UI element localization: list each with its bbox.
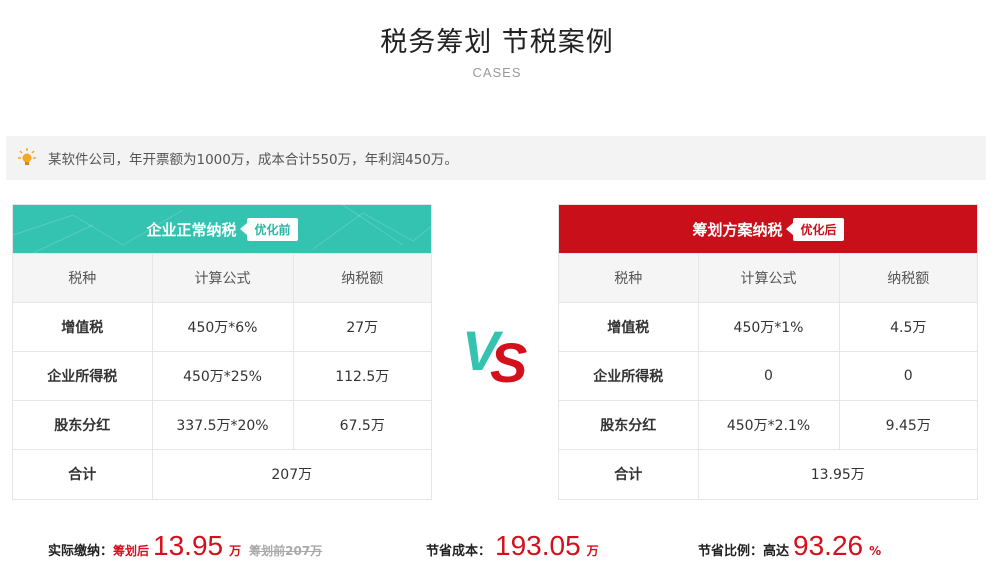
- before-tag: 优化前: [239, 217, 298, 241]
- tax-amount: 112.5万: [292, 351, 431, 401]
- before-payment-strikethrough: 筹划前207万: [249, 544, 323, 558]
- tax-formula: 450万*2.1%: [697, 400, 839, 450]
- before-tax-table: 税种 计算公式 纳税额 增值税 450万*6% 27万 企业所得税 450万*2…: [13, 253, 431, 499]
- table-row: 企业所得税 450万*25% 112.5万: [13, 351, 431, 401]
- case-text: 某软件公司，年开票额为1000万，成本合计550万，年利润450万。: [48, 152, 458, 168]
- table-row: 股东分红 337.5万*20% 67.5万: [13, 400, 431, 450]
- table-row: 增值税 450万*6% 27万: [13, 302, 431, 352]
- column-header: 计算公式: [697, 253, 839, 303]
- tax-formula: 450万*6%: [151, 302, 293, 352]
- cost-saving-label: 节省成本：: [426, 544, 492, 559]
- total-label: 合计: [13, 449, 152, 499]
- tax-amount: 27万: [292, 302, 431, 352]
- total-label: 合计: [559, 449, 698, 499]
- lightbulb-icon: [18, 147, 36, 169]
- tax-amount: 9.45万: [838, 400, 977, 450]
- total-row: 合计 13.95万: [559, 449, 977, 499]
- vs-graphic: V S: [462, 319, 527, 386]
- total-value: 13.95万: [697, 449, 977, 499]
- cost-saving-summary: 节省成本： 193.05 万: [426, 530, 599, 570]
- saving-ratio-unit: %: [869, 544, 882, 558]
- tax-type: 增值税: [559, 302, 698, 352]
- before-panel-header: 企业正常纳税 优化前: [13, 205, 431, 253]
- page-subtitle: CASES: [472, 65, 522, 80]
- tax-type: 企业所得税: [559, 351, 698, 401]
- actual-payment-unit: 万: [229, 544, 242, 558]
- total-row: 合计 207万: [13, 449, 431, 499]
- actual-payment-label: 实际缴纳：: [48, 544, 114, 559]
- table-row: 股东分红 450万*2.1% 9.45万: [559, 400, 977, 450]
- case-description-bar: 某软件公司，年开票额为1000万，成本合计550万，年利润450万。: [6, 136, 986, 180]
- vs-s-letter: S: [490, 331, 527, 386]
- saving-ratio-prefix: 高达: [763, 544, 790, 559]
- tax-type: 增值税: [13, 302, 152, 352]
- tax-formula: 450万*1%: [697, 302, 839, 352]
- actual-payment-prefix: 筹划后: [113, 544, 150, 558]
- tax-amount: 0: [838, 351, 977, 401]
- table-row: 增值税 450万*1% 4.5万: [559, 302, 977, 352]
- actual-payment-summary: 实际缴纳： 筹划后 13.95 万 筹划前207万: [48, 530, 322, 570]
- tax-type: 股东分红: [559, 400, 698, 450]
- total-value: 207万: [151, 449, 431, 499]
- before-optimization-panel: 企业正常纳税 优化前 税种 计算公式 纳税额 增值税 450万*6% 27万 企…: [12, 204, 432, 500]
- tax-type: 企业所得税: [13, 351, 152, 401]
- after-tax-table: 税种 计算公式 纳税额 增值税 450万*1% 4.5万 企业所得税 0 0 股…: [559, 253, 977, 499]
- table-header-row: 税种 计算公式 纳税额: [559, 253, 977, 303]
- column-header: 纳税额: [838, 253, 977, 303]
- tax-formula: 337.5万*20%: [151, 400, 293, 450]
- tax-formula: 450万*25%: [151, 351, 293, 401]
- column-header: 纳税额: [292, 253, 431, 303]
- after-tag: 优化后: [785, 217, 844, 241]
- table-header-row: 税种 计算公式 纳税额: [13, 253, 431, 303]
- column-header: 计算公式: [151, 253, 293, 303]
- cost-saving-value: 193.05: [495, 530, 581, 561]
- tax-amount: 67.5万: [292, 400, 431, 450]
- tax-type: 股东分红: [13, 400, 152, 450]
- before-panel-title: 企业正常纳税: [146, 220, 237, 239]
- tax-formula: 0: [697, 351, 839, 401]
- page-title: 税务筹划 节税案例: [380, 27, 614, 58]
- tax-amount: 4.5万: [838, 302, 977, 352]
- saving-ratio-value: 93.26: [793, 530, 864, 561]
- table-row: 企业所得税 0 0: [559, 351, 977, 401]
- after-panel-header: 筹划方案纳税 优化后: [559, 205, 977, 253]
- after-optimization-panel: 筹划方案纳税 优化后 税种 计算公式 纳税额 增值税 450万*1% 4.5万 …: [558, 204, 978, 500]
- cost-saving-unit: 万: [586, 544, 599, 558]
- saving-ratio-label: 节省比例：: [698, 544, 764, 559]
- actual-payment-value: 13.95: [153, 530, 224, 561]
- saving-ratio-summary: 节省比例： 高达 93.26 %: [698, 530, 881, 570]
- column-header: 税种: [13, 253, 152, 303]
- column-header: 税种: [559, 253, 698, 303]
- after-panel-title: 筹划方案纳税: [692, 220, 783, 239]
